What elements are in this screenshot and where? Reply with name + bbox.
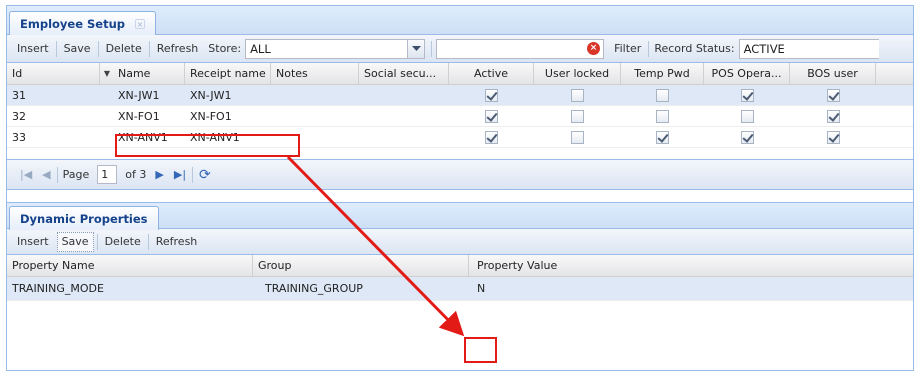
annotation-arrow (286, 155, 465, 337)
